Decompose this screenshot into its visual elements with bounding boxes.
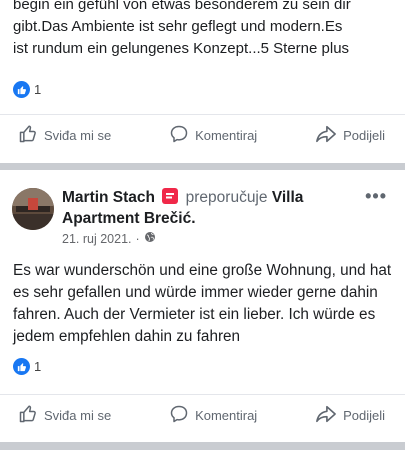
like-reaction-icon xyxy=(13,358,30,375)
comment-button[interactable]: Komentiraj xyxy=(169,404,257,427)
post-actions: Sviđa mi se Komentiraj Podijeli xyxy=(0,114,405,156)
reaction-count: 1 xyxy=(34,82,42,97)
thumbs-up-icon xyxy=(18,124,38,147)
globe-icon xyxy=(144,231,156,246)
post-date[interactable]: 21. ruj 2021. xyxy=(62,232,132,246)
reactions-summary[interactable]: 1 xyxy=(13,81,41,98)
share-button[interactable]: Podijeli xyxy=(315,404,385,427)
share-label: Podijeli xyxy=(343,128,385,143)
share-icon xyxy=(315,404,337,427)
post-review-1: begin ein gefühl von etwas besonderem zu… xyxy=(0,0,405,163)
post-text-line: gibt.Das Ambiente ist sehr geflegt und m… xyxy=(13,18,343,35)
comment-label: Komentiraj xyxy=(195,128,258,143)
post-actions: Sviđa mi se Komentiraj Podijeli xyxy=(0,394,405,436)
author-name[interactable]: Martin Stach xyxy=(62,189,155,206)
post-text-line: ist rundum ein gelungenes Konzept...5 St… xyxy=(13,40,350,57)
post-text-line: begin ein gefühl von etwas besonderem zu… xyxy=(13,0,351,13)
post-separator xyxy=(0,163,405,170)
recommend-icon xyxy=(162,188,179,204)
avatar[interactable] xyxy=(12,188,54,230)
meta-separator: · xyxy=(135,231,140,246)
reactions-summary[interactable]: 1 xyxy=(13,358,41,375)
post-header: Martin Stach preporučuje Villa Apartment… xyxy=(0,180,405,250)
post-separator xyxy=(0,442,405,450)
post-review-2: Martin Stach preporučuje Villa Apartment… xyxy=(0,170,405,442)
page-link-suffix: . xyxy=(191,210,196,227)
like-label: Sviđa mi se xyxy=(44,408,112,423)
like-label: Sviđa mi se xyxy=(44,128,112,143)
like-button[interactable]: Sviđa mi se xyxy=(18,404,111,427)
post-text: Es war wunderschön und eine große Wohnun… xyxy=(13,262,392,345)
comment-button[interactable]: Komentiraj xyxy=(169,124,257,147)
thumbs-up-icon xyxy=(18,404,38,427)
share-label: Podijeli xyxy=(343,408,385,423)
post-meta: 21. ruj 2021. · xyxy=(62,231,156,246)
post-author-line: Martin Stach preporučuje Villa Apartment… xyxy=(62,187,352,229)
like-reaction-icon xyxy=(13,81,30,98)
reaction-count: 1 xyxy=(34,359,42,374)
post-text: begin ein gefühl von etwas besonderem zu… xyxy=(13,0,397,60)
comment-icon xyxy=(169,124,189,147)
share-button[interactable]: Podijeli xyxy=(315,124,385,147)
comment-label: Komentiraj xyxy=(195,408,258,423)
more-icon[interactable]: ••• xyxy=(365,186,387,207)
share-icon xyxy=(315,124,337,147)
like-button[interactable]: Sviđa mi se xyxy=(18,124,111,147)
recommends-verb: preporučuje xyxy=(185,189,268,206)
comment-icon xyxy=(169,404,189,427)
